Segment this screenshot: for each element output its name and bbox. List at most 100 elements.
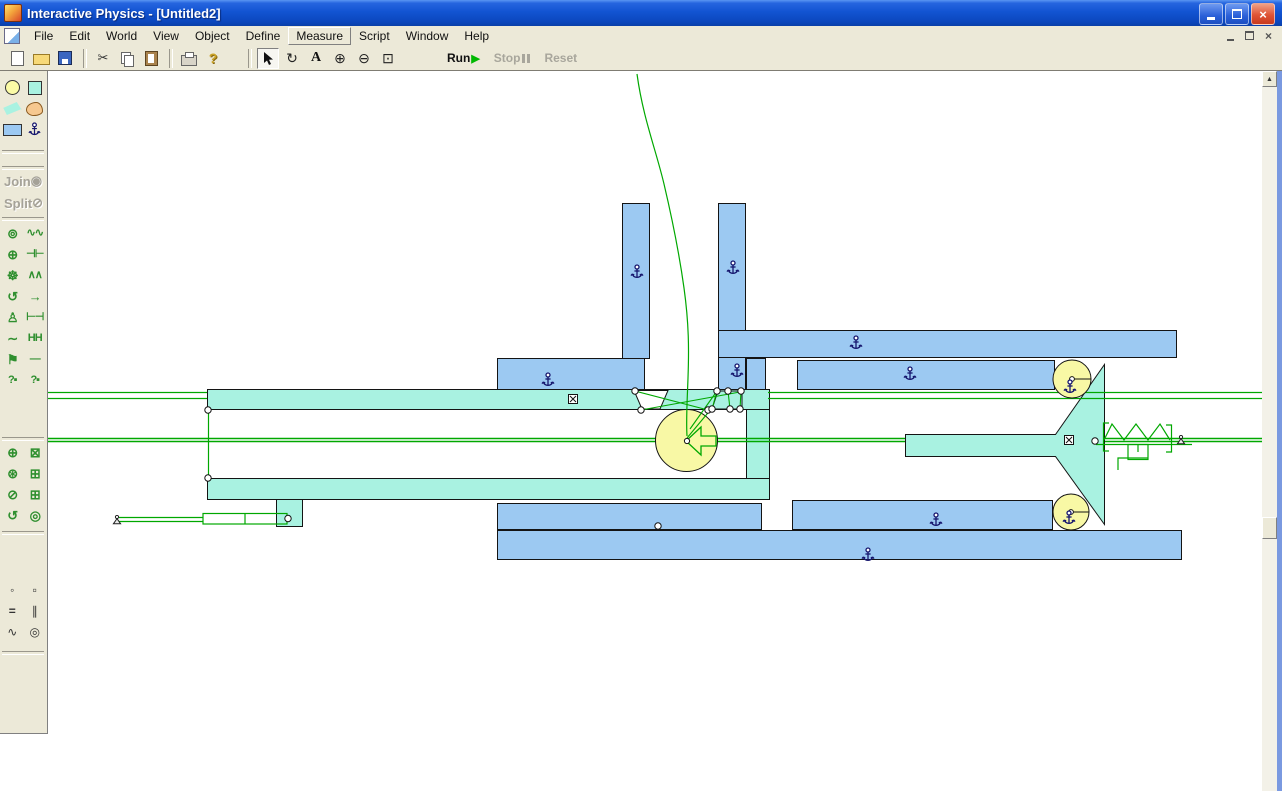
left-column-body[interactable] (623, 204, 650, 359)
save-button[interactable] (54, 48, 76, 69)
tool-palette: Join◉ Split⊘ ⊚ ∿∿ ⊕ ⊣⊢ ☸ ∧∧ ↺ → ♙ ⊢⊣ ∼ H… (0, 71, 48, 734)
polygon-body-tool[interactable] (2, 98, 23, 119)
spring-ground-anchor (1177, 435, 1184, 443)
minimize-button[interactable] (1199, 3, 1223, 25)
reset-button: Reset (544, 51, 577, 65)
curved-slot-joint-tool[interactable]: ↺ (2, 505, 23, 526)
child-minimize-button[interactable] (1222, 28, 1239, 43)
menu-measure[interactable]: Measure (288, 27, 351, 45)
physics-model[interactable] (48, 71, 1262, 791)
left-actuator[interactable] (119, 514, 287, 525)
spring-damper-tool[interactable]: ∧∧ (24, 265, 45, 286)
square-point-tool[interactable]: ▫ (24, 579, 45, 600)
restore-button[interactable] (1225, 3, 1249, 25)
paste-button[interactable] (140, 48, 162, 69)
rod-tool[interactable]: ⊢⊣ (24, 307, 45, 328)
cut-button[interactable]: ✂ (92, 48, 114, 69)
open-folder-icon (33, 54, 50, 65)
point-element-tool[interactable]: ◦ (2, 579, 23, 600)
menu-world[interactable]: World (98, 27, 145, 45)
print-button[interactable] (178, 48, 200, 69)
wheel-center-pin[interactable] (684, 438, 689, 443)
vertical-scrollbar[interactable]: ▲ (1262, 71, 1277, 791)
palette-divider (2, 531, 44, 535)
menu-edit[interactable]: Edit (61, 27, 98, 45)
lower-left-beam-body[interactable] (498, 504, 762, 530)
column-foot-body[interactable] (747, 359, 766, 390)
text-tool-button[interactable]: A (305, 48, 327, 69)
rectangle-body-tool[interactable] (2, 119, 23, 140)
measure-tool-a[interactable]: ?▪ (2, 370, 23, 391)
copy-button[interactable] (116, 48, 138, 69)
v-slot-pin-tool[interactable]: ⊘ (2, 484, 23, 505)
v-slot-tool[interactable]: ∥ (24, 600, 45, 621)
select-tool-button[interactable] (257, 48, 279, 69)
menu-view[interactable]: View (145, 27, 187, 45)
pin-joint-tool[interactable]: ⊕ (2, 442, 23, 463)
help-button[interactable]: ? (202, 48, 224, 69)
damper-tool[interactable]: ⊣⊢ (24, 244, 45, 265)
menu-window[interactable]: Window (398, 27, 457, 45)
measure-tool-b[interactable]: ?▪ (24, 370, 45, 391)
child-minimize-icon (1227, 39, 1234, 41)
menu-file[interactable]: File (26, 27, 61, 45)
motor-tool[interactable]: ☸ (2, 265, 23, 286)
rigid-joint-icon[interactable] (569, 395, 578, 404)
rigid-joint-icon[interactable] (1065, 436, 1074, 445)
document-icon[interactable] (4, 28, 20, 44)
v-slot-key-tool[interactable]: ⊞ (24, 484, 45, 505)
upper-left-beam-body[interactable] (498, 359, 645, 390)
right-spring-damper[interactable] (1096, 423, 1192, 470)
carriage-bottom-bar[interactable] (208, 479, 770, 500)
spring-point-tool[interactable]: ⊚ (2, 223, 23, 244)
run-button[interactable]: Run ▶ (447, 51, 480, 65)
rope-tool[interactable]: ∼ (2, 328, 23, 349)
curved-slot-tool[interactable]: ∿ (2, 621, 23, 642)
anchor-tool[interactable] (24, 119, 45, 140)
upper-long-beam-body[interactable] (719, 331, 1177, 358)
scrollbar-thumb[interactable] (1262, 517, 1277, 539)
menu-script[interactable]: Script (351, 27, 398, 45)
circle-body-icon (5, 80, 20, 95)
child-close-button[interactable]: × (1260, 28, 1277, 43)
close-button[interactable]: × (1251, 3, 1275, 25)
torque-tool[interactable]: ↺ (2, 286, 23, 307)
zoom-in-button[interactable]: ⊕ (329, 48, 351, 69)
square-body-tool[interactable] (24, 77, 45, 98)
ring-slot-tool[interactable]: ◎ (24, 621, 45, 642)
rotate-tool-button[interactable]: ↻ (281, 48, 303, 69)
pulley-tool[interactable]: ⚑ (2, 349, 23, 370)
child-restore-button[interactable] (1241, 28, 1258, 43)
square-body-icon (28, 81, 42, 95)
lower-middle-beam-body[interactable] (793, 501, 1053, 530)
zoom-box-button[interactable]: ⊡ (377, 48, 399, 69)
menu-help[interactable]: Help (456, 27, 497, 45)
carriage-top-bar[interactable] (208, 390, 770, 410)
upper-middle-beam-body[interactable] (798, 361, 1055, 390)
curved-body-tool[interactable] (24, 98, 45, 119)
slot-bar-tool[interactable]: — (24, 349, 45, 370)
new-button[interactable] (6, 48, 28, 69)
h-slot-pin-tool[interactable]: ⊛ (2, 463, 23, 484)
rectangle-body-icon (3, 124, 22, 136)
h-slot-key-tool[interactable]: ⊞ (24, 463, 45, 484)
menu-object[interactable]: Object (187, 27, 238, 45)
save-floppy-icon (58, 51, 72, 65)
ring-slot-joint-tool[interactable]: ◎ (24, 505, 45, 526)
workspace-canvas[interactable] (48, 71, 1262, 791)
right-column-body[interactable] (719, 204, 746, 390)
scroll-up-button[interactable]: ▲ (1262, 71, 1277, 87)
menu-define[interactable]: Define (238, 27, 289, 45)
bottom-long-beam-body[interactable] (498, 531, 1182, 560)
zoom-out-button[interactable]: ⊖ (353, 48, 375, 69)
h-slot-tool[interactable]: = (2, 600, 23, 621)
join-button: Join◉ (2, 171, 48, 191)
force-tool[interactable]: → (24, 286, 45, 307)
actuator-tool[interactable]: ♙ (2, 307, 23, 328)
damper-point-tool[interactable]: ⊕ (2, 244, 23, 265)
rigid-joint-tool[interactable]: ⊠ (24, 442, 45, 463)
open-button[interactable] (30, 48, 52, 69)
separator-tool[interactable]: HH (24, 328, 45, 349)
circle-body-tool[interactable] (2, 77, 23, 98)
spring-tool[interactable]: ∿∿ (24, 223, 45, 244)
